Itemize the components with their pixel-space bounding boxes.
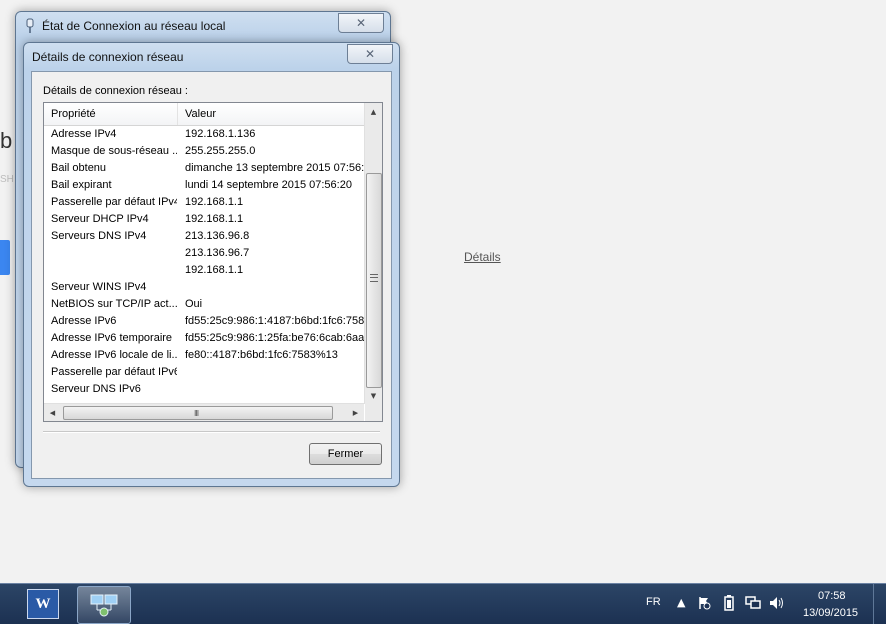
dialog-client-area: Détails de connexion réseau : Propriété … [31,71,392,479]
details-listview[interactable]: Propriété Valeur Adresse IPv4 192.168.1.1… [43,102,383,422]
table-row[interactable]: NetBIOS sur TCP/IP act... Oui [44,296,364,313]
background-page-letter: b [0,128,13,153]
row-property: Serveurs DNS IPv4 [51,230,147,242]
network-center-icon [90,594,118,617]
row-property: Adresse IPv6 temporaire [51,332,173,344]
table-row[interactable]: Serveur WINS IPv4 [44,279,364,296]
table-row[interactable]: Adresse IPv6 fd55:25c9:986:1:4187:b6bd:1f… [44,313,364,330]
clock-time[interactable]: 07:58 [818,590,846,602]
row-property: Adresse IPv6 locale de li... [51,349,177,361]
dialog-title: Détails de connexion réseau [32,50,184,64]
table-row[interactable]: Bail obtenu dimanche 13 septembre 2015 07… [44,160,364,177]
row-value: fd55:25c9:986:1:25fa:be76:6cab:6aa [185,332,364,344]
column-header-property[interactable]: Propriété [44,103,178,125]
scroll-down-arrow-icon[interactable]: ▼ [365,387,382,404]
horizontal-scrollbar[interactable]: ◀ III ▶ [44,403,364,421]
taskbar-network-control-panel-button[interactable] [77,586,131,624]
row-value: 255.255.255.0 [185,145,256,157]
table-row[interactable]: Bail expirant lundi 14 septembre 2015 07:… [44,177,364,194]
column-header-value[interactable]: Valeur [178,103,216,125]
row-value: 213.136.96.7 [185,247,250,259]
table-row[interactable]: Adresse IPv6 locale de li... fe80::4187:b… [44,347,364,364]
details-group-label: Détails de connexion réseau : [43,85,188,97]
table-row[interactable]: Adresse IPv6 temporaire fd55:25c9:986:1:2… [44,330,364,347]
row-value: dimanche 13 septembre 2015 07:56:2 [185,162,364,174]
row-value: 192.168.1.1 [185,196,244,208]
connection-status-title: État de Connexion au réseau local [42,19,226,33]
table-row[interactable]: Serveurs DNS IPv4 213.136.96.8 [44,228,364,245]
row-value: fe80::4187:b6bd:1fc6:7583%13 [185,349,338,361]
row-value: 213.136.96.8 [185,230,250,242]
row-value: 192.168.1.136 [185,128,256,140]
close-icon: ✕ [364,47,376,61]
row-value: 192.168.1.1 [185,213,244,225]
action-center-flag-icon[interactable] [697,596,711,610]
separator-line [43,431,380,433]
close-dialog-button[interactable]: Fermer [309,443,382,465]
scrollbar-corner [365,404,382,421]
scroll-right-arrow-icon[interactable]: ▶ [347,404,364,421]
word-icon: W [27,589,59,619]
row-property: Passerelle par défaut IPv6 [51,366,177,378]
row-value: lundi 14 septembre 2015 07:56:20 [185,179,352,191]
table-row[interactable]: Masque de sous-réseau ... 255.255.255.0 [44,143,364,160]
row-property: Bail obtenu [51,162,107,174]
scroll-grip-icon: III [194,409,199,418]
scroll-grip-icon [370,274,378,282]
listview-header: Propriété Valeur [44,103,364,126]
horizontal-scroll-thumb[interactable]: III [63,406,333,420]
row-value: Oui [185,298,203,310]
network-plug-icon [26,18,34,33]
connection-status-titlebar[interactable]: État de Connexion au réseau local ✕ [16,12,390,40]
table-row[interactable]: Passerelle par défaut IPv6 [44,364,364,381]
language-indicator[interactable]: FR [646,596,661,608]
row-property: Masque de sous-réseau ... [51,145,177,157]
table-row[interactable]: 213.136.96.7 [44,245,364,262]
network-details-titlebar[interactable]: Détails de connexion réseau ✕ [24,43,399,71]
scroll-left-arrow-icon[interactable]: ◀ [44,404,61,421]
row-property: Serveur DNS IPv6 [51,383,141,395]
table-row[interactable]: Adresse IPv4 192.168.1.136 [44,126,364,143]
dialog-close-button[interactable]: ✕ [347,44,393,64]
row-property: Passerelle par défaut IPv4 [51,196,177,208]
row-property: Adresse IPv4 [51,128,117,140]
close-icon: ✕ [355,16,367,30]
scroll-up-arrow-icon[interactable]: ▲ [365,103,382,120]
table-row[interactable]: Serveur DHCP IPv4 192.168.1.1 [44,211,364,228]
network-icon[interactable] [745,596,761,610]
details-link[interactable]: Détails [464,250,501,264]
battery-icon[interactable] [724,595,734,611]
network-details-dialog: Détails de connexion réseau ✕ Détails de… [23,42,400,487]
table-row[interactable]: Passerelle par défaut IPv4 192.168.1.1 [44,194,364,211]
row-property: Serveur DHCP IPv4 [51,213,149,225]
row-property: Adresse IPv6 [51,315,117,327]
row-property: Bail expirant [51,179,112,191]
taskbar: W FR ▲ 07:58 13/09/2015 [0,583,886,624]
taskbar-word-button[interactable]: W [16,586,70,622]
row-value: 192.168.1.1 [185,264,244,276]
vertical-scrollbar[interactable]: ▲ ▼ [364,103,382,404]
listview-body: Adresse IPv4 192.168.1.136 Masque de sous-… [44,126,364,404]
close-button[interactable]: ✕ [338,13,384,33]
show-hidden-icons-icon[interactable]: ▲ [677,596,685,609]
table-row[interactable]: Serveur DNS IPv6 [44,381,364,398]
clock-date[interactable]: 13/09/2015 [803,607,858,619]
background-blue-button[interactable] [0,240,10,275]
volume-icon[interactable] [769,596,785,610]
row-property: NetBIOS sur TCP/IP act... [51,298,177,310]
table-row[interactable]: 192.168.1.1 [44,262,364,279]
vertical-scroll-thumb[interactable] [366,173,382,388]
row-property: Serveur WINS IPv4 [51,281,147,293]
background-page-fragment: SH [0,174,14,185]
row-value: fd55:25c9:986:1:4187:b6bd:1fc6:758 [185,315,364,327]
show-desktop-button[interactable] [873,584,886,624]
